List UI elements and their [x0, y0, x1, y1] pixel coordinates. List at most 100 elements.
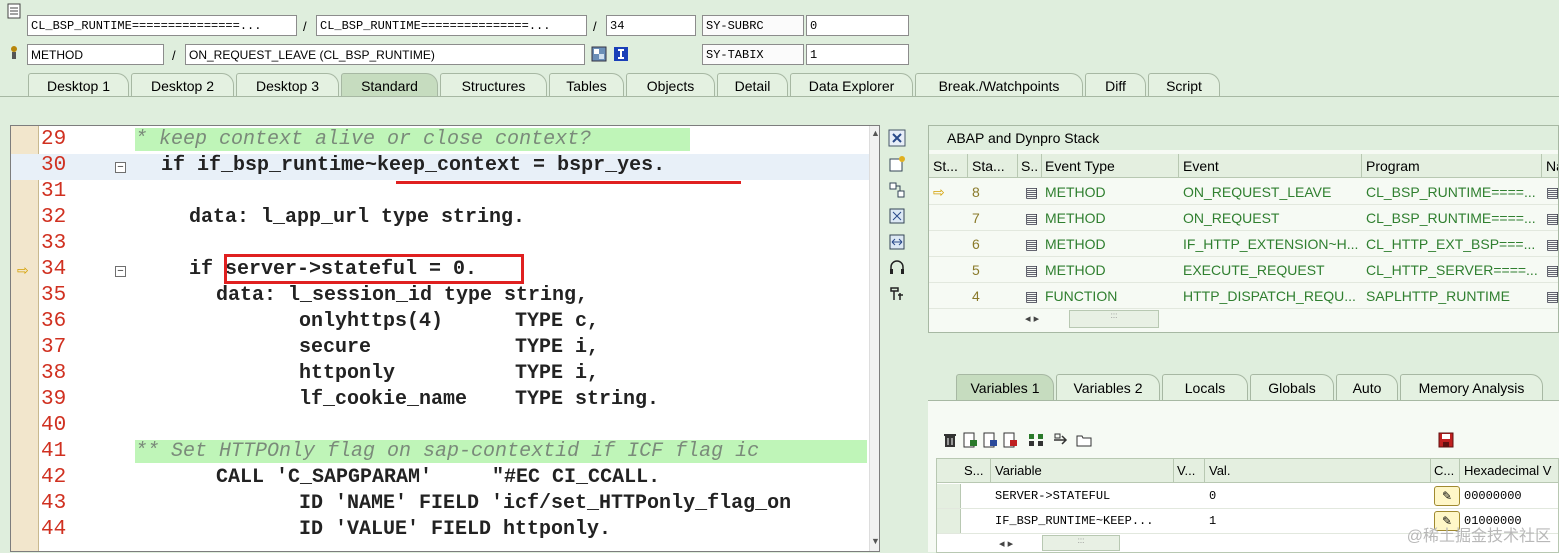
transfer-icon[interactable] [1052, 432, 1068, 448]
col-header[interactable]: Na [1546, 158, 1558, 174]
stack-row[interactable]: ⇨ 8 ▤ METHOD ON_REQUEST_LEAVE CL_BSP_RUN… [929, 179, 1558, 205]
stack-hscroll-thumb[interactable]: ::: [1069, 310, 1159, 328]
layout-icon[interactable] [888, 181, 906, 199]
source-icon[interactable]: ▤ [1546, 184, 1558, 201]
stack-row[interactable]: 7 ▤ METHOD ON_REQUEST CL_BSP_RUNTIME====… [929, 205, 1558, 231]
event-type: METHOD [1045, 262, 1106, 278]
save-icon[interactable] [1438, 432, 1454, 448]
code-text: CALL 'C_SAPGPARAM' "#EC CI_CCALL. [216, 466, 661, 489]
variable-name[interactable]: IF_BSP_RUNTIME~KEEP... [995, 514, 1170, 528]
col-header[interactable]: Sta... [972, 158, 1014, 174]
row-selector[interactable] [937, 509, 961, 533]
watermark: @稀土掘金技术社区 [1406, 528, 1551, 545]
line-number-field[interactable]: 34 [606, 15, 696, 36]
tab-globals[interactable]: Globals [1250, 374, 1334, 400]
tab-standard[interactable]: Standard [341, 73, 438, 97]
annotation-box [224, 254, 524, 284]
tab-structures[interactable]: Structures [440, 73, 547, 97]
edit-pencil-icon[interactable]: ✎ [1434, 486, 1460, 506]
structure-icon[interactable] [1028, 432, 1044, 448]
col-header[interactable]: C... [1434, 463, 1462, 478]
variables-hscroll-thumb[interactable]: ::: [1042, 535, 1120, 551]
source-editor[interactable]: 29 * keep context alive or close context… [10, 125, 880, 552]
sy-tabix-value[interactable]: 1 [806, 44, 909, 65]
tab-desktop-1[interactable]: Desktop 1 [28, 73, 129, 97]
tab-desktop-3[interactable]: Desktop 3 [236, 73, 339, 97]
line-number: 32 [41, 206, 67, 229]
line-number: 43 [41, 492, 67, 515]
tab-variables-1[interactable]: Variables 1 [956, 374, 1054, 400]
col-header[interactable]: S.. [1021, 158, 1043, 174]
source-icon[interactable]: ▤ [1546, 288, 1558, 305]
tab-tables[interactable]: Tables [549, 73, 624, 97]
stack-row[interactable]: 4 ▤ FUNCTION HTTP_DISPATCH_REQU... SAPLH… [929, 283, 1558, 309]
source-icon[interactable]: ▤ [1546, 236, 1558, 253]
folder-icon[interactable] [1076, 432, 1092, 448]
line-number: 31 [41, 180, 67, 203]
tab-desktop-2[interactable]: Desktop 2 [131, 73, 234, 97]
new-window-icon[interactable] [888, 155, 906, 173]
collapse-toggle-icon[interactable]: − [115, 162, 126, 173]
scroll-down-icon[interactable]: ▼ [871, 536, 879, 546]
variable-value[interactable]: 1 [1209, 514, 1216, 528]
current-statement-arrow-icon: ⇨ [17, 262, 29, 278]
code-line: 41 ** Set HTTPOnly flag on sap-contextid… [11, 440, 879, 466]
event-type: METHOD [1045, 184, 1106, 200]
maximize-icon[interactable] [888, 207, 906, 225]
tab-variables-2[interactable]: Variables 2 [1056, 374, 1160, 400]
line-number: 29 [41, 128, 67, 151]
col-header[interactable]: Event [1183, 158, 1359, 174]
function-icon: ▤ [1025, 288, 1039, 304]
scroll-left-right-icon[interactable]: ◂ ▸ [1025, 312, 1039, 325]
import-icon[interactable] [962, 432, 978, 448]
event-field[interactable]: ON_REQUEST_LEAVE (CL_BSP_RUNTIME) [185, 44, 585, 65]
source-icon[interactable]: ▤ [1546, 210, 1558, 227]
editor-vertical-scrollbar[interactable]: ▲ ▼ [869, 126, 879, 551]
tab-diff[interactable]: Diff [1085, 73, 1146, 97]
tab-locals[interactable]: Locals [1162, 374, 1248, 400]
include-field[interactable]: CL_BSP_RUNTIME===============... [316, 15, 587, 36]
variables-grid-header: S... Variable V... Val. C... Hexadecimal… [937, 459, 1558, 483]
variable-value[interactable]: 0 [1209, 489, 1216, 503]
tab-break-watchpoints[interactable]: Break./Watchpoints [915, 73, 1083, 97]
col-header[interactable]: Variable [995, 463, 1170, 478]
tab-auto[interactable]: Auto [1336, 374, 1398, 400]
swap-icon[interactable] [888, 233, 906, 251]
headset-icon[interactable] [888, 259, 906, 277]
event-type-field[interactable]: METHOD [27, 44, 164, 65]
close-icon[interactable] [888, 129, 906, 147]
save-layout-icon[interactable] [1002, 432, 1018, 448]
scroll-up-icon[interactable]: ▲ [871, 128, 879, 138]
col-header[interactable]: Val. [1209, 463, 1429, 478]
tab-objects[interactable]: Objects [626, 73, 715, 97]
delete-icon[interactable] [942, 432, 958, 448]
line-number: 42 [41, 466, 67, 489]
tools-icon[interactable] [888, 285, 906, 303]
stack-grid-header: St... Sta... S.. Event Type Event Progra… [929, 154, 1558, 178]
stack-row[interactable]: 6 ▤ METHOD IF_HTTP_EXTENSION~H... CL_HTT… [929, 231, 1558, 257]
tab-memory-analysis[interactable]: Memory Analysis [1400, 374, 1543, 400]
row-selector[interactable] [937, 484, 961, 508]
col-header[interactable]: Program [1366, 158, 1538, 174]
source-icon[interactable]: ▤ [1546, 262, 1558, 279]
stack-row[interactable]: 5 ▤ METHOD EXECUTE_REQUEST CL_HTTP_SERVE… [929, 257, 1558, 283]
program-name: CL_BSP_RUNTIME====... [1366, 210, 1536, 226]
variable-name[interactable]: SERVER->STATEFUL [995, 489, 1170, 503]
navigate-icon[interactable] [591, 46, 607, 62]
sy-subrc-value[interactable]: 0 [806, 15, 909, 36]
col-header[interactable]: St... [933, 158, 965, 174]
col-header[interactable]: Event Type [1045, 158, 1175, 174]
program-field[interactable]: CL_BSP_RUNTIME===============... [27, 15, 297, 36]
scroll-left-right-icon[interactable]: ◂ ▸ [999, 537, 1013, 550]
info-icon[interactable] [613, 46, 629, 62]
col-header[interactable]: V... [1177, 463, 1207, 478]
tab-data-explorer[interactable]: Data Explorer [790, 73, 913, 97]
comment-text: * keep context alive or close context? [135, 128, 592, 151]
stack-level: 8 [972, 184, 980, 200]
tab-detail[interactable]: Detail [717, 73, 788, 97]
export-icon[interactable] [982, 432, 998, 448]
col-header[interactable]: Hexadecimal V [1464, 463, 1558, 478]
collapse-toggle-icon[interactable]: − [115, 266, 126, 277]
tab-script[interactable]: Script [1148, 73, 1220, 97]
variable-row[interactable]: SERVER->STATEFUL 0 ✎ 00000000 [937, 484, 1558, 509]
